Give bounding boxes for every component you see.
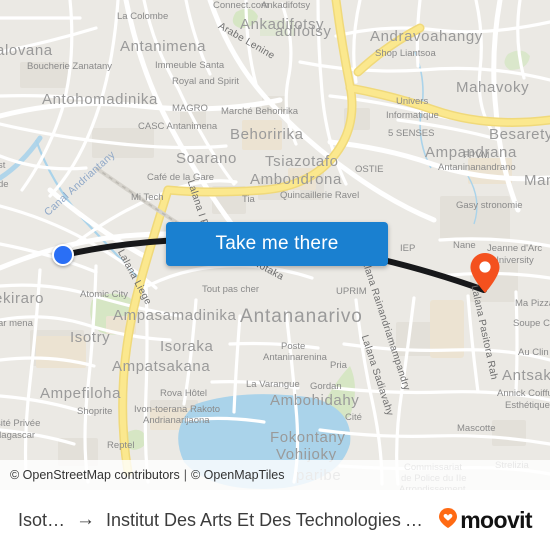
trip-summary-bar: Isot… → Institut Des Arts Et Des Technol… — [0, 490, 550, 550]
osm-attribution-link[interactable]: © OpenStreetMap contributors — [10, 468, 180, 482]
destination-pin-marker[interactable] — [469, 252, 501, 294]
map-canvas[interactable]: Antanimena Antohomadinika alovana Ankadifot… — [0, 0, 550, 490]
moovit-trip-map-screen: Antanimena Antohomadinika alovana Ankadifot… — [0, 0, 550, 550]
take-me-there-button[interactable]: Take me there — [166, 222, 388, 266]
moovit-logo[interactable]: moovit — [438, 506, 533, 534]
moovit-wordmark: moovit — [460, 506, 532, 533]
take-me-there-label: Take me there — [215, 233, 339, 254]
moovit-pin-icon — [438, 507, 458, 534]
route-destination-label[interactable]: Institut Des Arts Et Des Technologies Av… — [106, 510, 430, 531]
map-attribution: © OpenStreetMap contributors | © OpenMap… — [0, 460, 550, 490]
attribution-separator: | — [183, 468, 187, 482]
origin-dot-marker[interactable] — [52, 244, 74, 266]
openmaptiles-attribution-link[interactable]: © OpenMapTiles — [191, 468, 285, 482]
route-origin-label[interactable]: Isot… — [18, 510, 65, 531]
arrow-right-icon: → — [76, 509, 96, 530]
